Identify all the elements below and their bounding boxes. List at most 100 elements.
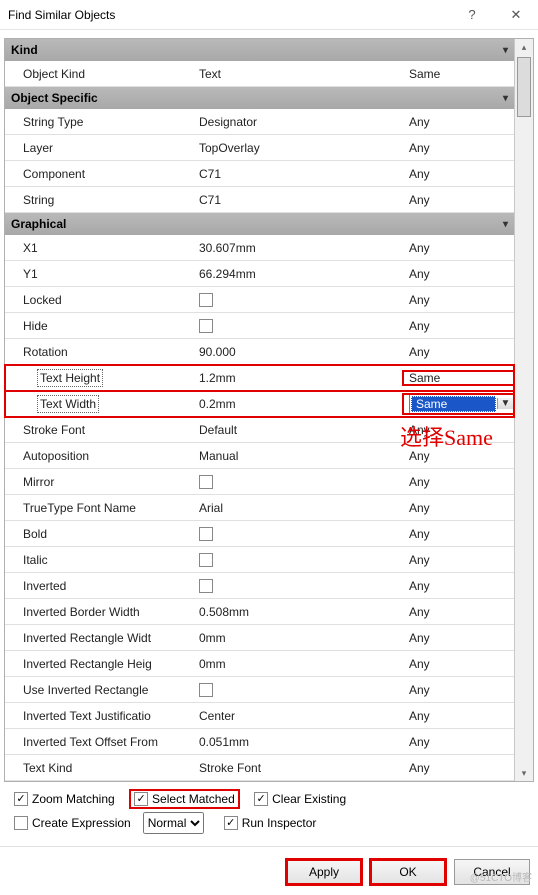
row-inv-just[interactable]: Inverted Text Justificatio Center Any bbox=[5, 703, 514, 729]
prop-value[interactable]: 0mm bbox=[193, 657, 403, 671]
scroll-up-icon[interactable]: ▴ bbox=[515, 39, 533, 55]
prop-value[interactable] bbox=[193, 527, 403, 541]
checkbox-icon[interactable] bbox=[199, 683, 213, 697]
prop-value[interactable]: Arial bbox=[193, 501, 403, 515]
row-string-type[interactable]: String Type Designator Any bbox=[5, 109, 514, 135]
prop-value[interactable]: C71 bbox=[193, 193, 403, 207]
prop-match[interactable]: Any bbox=[403, 423, 514, 437]
checkbox-icon[interactable] bbox=[199, 553, 213, 567]
checkbox-icon[interactable] bbox=[199, 319, 213, 333]
prop-match[interactable]: Any bbox=[403, 501, 514, 515]
prop-match[interactable]: Any bbox=[403, 141, 514, 155]
prop-value[interactable]: Manual bbox=[193, 449, 403, 463]
prop-match[interactable]: Any bbox=[403, 761, 514, 775]
prop-match[interactable]: Any bbox=[403, 631, 514, 645]
row-x1[interactable]: X1 30.607mm Any bbox=[5, 235, 514, 261]
row-locked[interactable]: Locked Any bbox=[5, 287, 514, 313]
prop-match[interactable]: Any bbox=[403, 605, 514, 619]
vertical-scrollbar[interactable]: ▴ ▾ bbox=[515, 39, 533, 781]
chevron-down-icon[interactable]: ▼ bbox=[497, 398, 513, 409]
match-dropdown[interactable]: Same ▼ bbox=[409, 394, 514, 414]
run-inspector-checkbox[interactable]: Run Inspector bbox=[224, 816, 317, 830]
prop-match[interactable]: Any bbox=[403, 735, 514, 749]
prop-value[interactable] bbox=[193, 293, 403, 307]
row-rotation[interactable]: Rotation 90.000 Any bbox=[5, 339, 514, 365]
row-mirror[interactable]: Mirror Any bbox=[5, 469, 514, 495]
row-hide[interactable]: Hide Any bbox=[5, 313, 514, 339]
row-inv-rect-w[interactable]: Inverted Rectangle Widt 0mm Any bbox=[5, 625, 514, 651]
prop-value[interactable]: 1.2mm bbox=[193, 371, 403, 385]
section-object-specific[interactable]: Object Specific ▾ bbox=[5, 87, 514, 109]
prop-value[interactable] bbox=[193, 319, 403, 333]
checkbox-icon[interactable] bbox=[199, 527, 213, 541]
apply-button[interactable]: Apply bbox=[286, 859, 362, 885]
prop-match[interactable]: Any bbox=[403, 709, 514, 723]
prop-match[interactable]: Any bbox=[403, 115, 514, 129]
prop-match[interactable]: Any bbox=[403, 683, 514, 697]
prop-value[interactable]: Designator bbox=[193, 115, 403, 129]
prop-match[interactable]: Any bbox=[403, 193, 514, 207]
prop-match[interactable]: Same ▼ bbox=[403, 394, 514, 414]
row-text-width[interactable]: Text Width 0.2mm Same ▼ bbox=[5, 391, 514, 417]
select-matched-checkbox[interactable]: Select Matched bbox=[130, 790, 239, 808]
row-text-kind[interactable]: Text Kind Stroke Font Any bbox=[5, 755, 514, 781]
row-layer[interactable]: Layer TopOverlay Any bbox=[5, 135, 514, 161]
collapse-icon[interactable]: ▾ bbox=[503, 93, 508, 104]
prop-value[interactable]: 0.051mm bbox=[193, 735, 403, 749]
prop-value[interactable]: 30.607mm bbox=[193, 241, 403, 255]
row-inv-off[interactable]: Inverted Text Offset From 0.051mm Any bbox=[5, 729, 514, 755]
row-component[interactable]: Component C71 Any bbox=[5, 161, 514, 187]
prop-match[interactable]: Any bbox=[403, 553, 514, 567]
row-string[interactable]: String C71 Any bbox=[5, 187, 514, 213]
mask-mode-select[interactable]: Normal bbox=[143, 812, 204, 834]
prop-match[interactable]: Same bbox=[403, 67, 514, 81]
prop-value[interactable]: 0.508mm bbox=[193, 605, 403, 619]
collapse-icon[interactable]: ▾ bbox=[503, 219, 508, 230]
checkbox-icon[interactable] bbox=[199, 293, 213, 307]
row-inv-border[interactable]: Inverted Border Width 0.508mm Any bbox=[5, 599, 514, 625]
prop-value[interactable] bbox=[193, 579, 403, 593]
cancel-button[interactable]: Cancel bbox=[454, 859, 530, 885]
prop-match[interactable]: Any bbox=[403, 267, 514, 281]
prop-match[interactable]: Any bbox=[403, 167, 514, 181]
checkbox-icon[interactable] bbox=[199, 475, 213, 489]
prop-value[interactable]: Text bbox=[193, 67, 403, 81]
prop-value[interactable]: Center bbox=[193, 709, 403, 723]
prop-match[interactable]: Any bbox=[403, 449, 514, 463]
row-object-kind[interactable]: Object Kind Text Same bbox=[5, 61, 514, 87]
clear-existing-checkbox[interactable]: Clear Existing bbox=[254, 792, 346, 806]
prop-value[interactable]: Default bbox=[193, 423, 403, 437]
prop-value[interactable] bbox=[193, 683, 403, 697]
checkbox-icon[interactable] bbox=[199, 579, 213, 593]
prop-match[interactable]: Any bbox=[403, 527, 514, 541]
prop-value[interactable]: C71 bbox=[193, 167, 403, 181]
prop-value[interactable]: 0.2mm bbox=[193, 397, 403, 411]
row-truetype-font[interactable]: TrueType Font Name Arial Any bbox=[5, 495, 514, 521]
prop-value[interactable]: 66.294mm bbox=[193, 267, 403, 281]
section-graphical[interactable]: Graphical ▾ bbox=[5, 213, 514, 235]
collapse-icon[interactable]: ▾ bbox=[503, 45, 508, 56]
prop-match[interactable]: Any bbox=[403, 475, 514, 489]
create-expression-checkbox[interactable]: Create Expression bbox=[14, 816, 131, 830]
prop-value[interactable] bbox=[193, 475, 403, 489]
prop-value[interactable] bbox=[193, 553, 403, 567]
row-bold[interactable]: Bold Any bbox=[5, 521, 514, 547]
prop-match[interactable]: Any bbox=[403, 293, 514, 307]
scroll-down-icon[interactable]: ▾ bbox=[515, 765, 533, 781]
row-italic[interactable]: Italic Any bbox=[5, 547, 514, 573]
prop-match[interactable]: Any bbox=[403, 241, 514, 255]
prop-value[interactable]: TopOverlay bbox=[193, 141, 403, 155]
row-autoposition[interactable]: Autoposition Manual Any bbox=[5, 443, 514, 469]
prop-match[interactable]: Same bbox=[403, 371, 514, 385]
row-inv-rect-h[interactable]: Inverted Rectangle Heig 0mm Any bbox=[5, 651, 514, 677]
row-y1[interactable]: Y1 66.294mm Any bbox=[5, 261, 514, 287]
prop-match[interactable]: Any bbox=[403, 345, 514, 359]
row-text-height[interactable]: Text Height 1.2mm Same bbox=[5, 365, 514, 391]
prop-value[interactable]: 0mm bbox=[193, 631, 403, 645]
prop-value[interactable]: Stroke Font bbox=[193, 761, 403, 775]
zoom-matching-checkbox[interactable]: Zoom Matching bbox=[14, 792, 115, 806]
scroll-thumb[interactable] bbox=[517, 57, 531, 117]
close-button[interactable]: ✕ bbox=[494, 0, 538, 30]
row-stroke-font[interactable]: Stroke Font Default Any bbox=[5, 417, 514, 443]
row-inverted[interactable]: Inverted Any bbox=[5, 573, 514, 599]
